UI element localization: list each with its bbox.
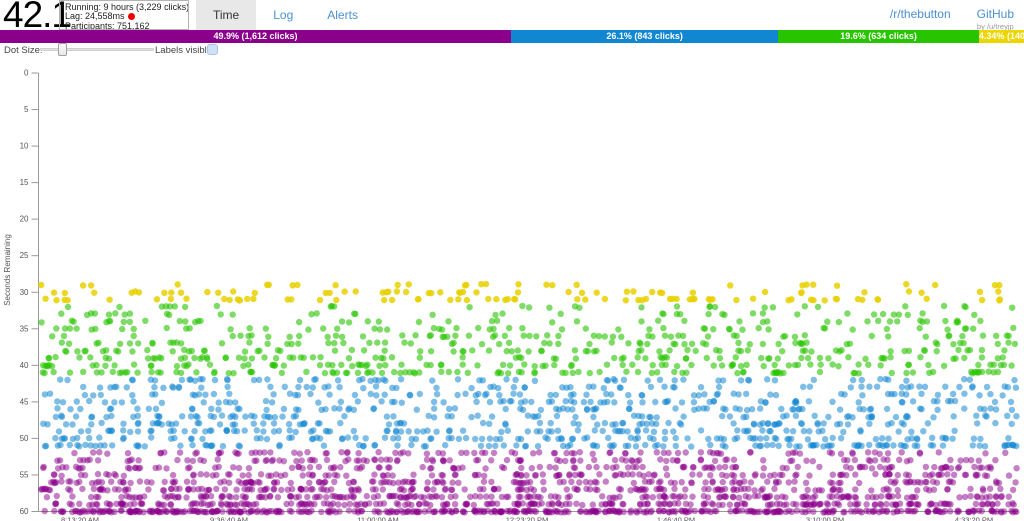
legend-segment-yellow: 4.34% (140 bbox=[979, 30, 1024, 43]
legend-segment-blue: 26.1% (843 clicks) bbox=[511, 30, 778, 43]
legend-segment-purple: 49.9% (1,612 clicks) bbox=[0, 30, 511, 43]
app-window: 0 5 10 15 20 25 30 35 40 45 50 55 60 8:13:20 AM 9:36:4… bbox=[0, 0, 1024, 521]
github-block: GitHub by /u/treyjp bbox=[977, 7, 1014, 31]
tab-bar: Time Log Alerts bbox=[196, 0, 375, 30]
y-tick-label: 40 bbox=[20, 361, 29, 370]
lag-status-icon bbox=[128, 13, 135, 20]
y-tick-label: 50 bbox=[20, 434, 29, 443]
tab-log[interactable]: Log bbox=[256, 0, 310, 30]
y-tick-label: 35 bbox=[20, 324, 29, 333]
y-tick-label: 30 bbox=[20, 288, 29, 297]
dots-blue bbox=[40, 376, 1020, 450]
dot-size-slider-handle[interactable] bbox=[58, 43, 67, 56]
y-tick-label: 60 bbox=[20, 507, 29, 516]
labels-visible-checkbox[interactable] bbox=[207, 44, 218, 55]
dots-purple bbox=[38, 449, 1020, 516]
subreddit-link[interactable]: /r/thebutton bbox=[890, 7, 951, 21]
dot-size-label: Dot Size: bbox=[4, 45, 43, 56]
x-tick-label: 12:23:20 PM bbox=[506, 516, 549, 521]
y-tick-label: 20 bbox=[20, 215, 29, 224]
scatter-plot: 0 5 10 15 20 25 30 35 40 45 50 55 60 8:13:20 AM 9:36:4… bbox=[0, 0, 1024, 521]
github-link[interactable]: GitHub bbox=[977, 7, 1014, 21]
x-tick-label: 9:36:40 AM bbox=[210, 516, 248, 521]
y-tick-label: 55 bbox=[20, 470, 29, 479]
x-tick-label: 3:10:00 PM bbox=[806, 516, 844, 521]
y-tick-label: 0 bbox=[24, 69, 29, 78]
y-tick-label: 5 bbox=[24, 105, 29, 114]
tab-alerts[interactable]: Alerts bbox=[310, 0, 375, 30]
y-axis-title: Seconds Remaining bbox=[3, 234, 12, 306]
stats-panel: Running: 9 hours (3,229 clicks) Lag: 24,… bbox=[59, 0, 189, 30]
dots-green bbox=[38, 303, 1018, 377]
x-tick-label: 4:33:20 PM bbox=[955, 516, 993, 521]
stat-participants: Participants: 751,162 bbox=[65, 22, 188, 30]
dot-size-slider[interactable] bbox=[40, 48, 154, 51]
legend-bar: 49.9% (1,612 clicks) 26.1% (843 clicks) … bbox=[0, 30, 1024, 43]
x-tick-label: 1:46:40 PM bbox=[657, 516, 695, 521]
x-tick-label: 11:00:00 AM bbox=[357, 516, 399, 521]
header-links: /r/thebutton GitHub by /u/treyjp bbox=[890, 7, 1014, 31]
y-tick-label: 10 bbox=[20, 142, 29, 151]
y-tick-label: 15 bbox=[20, 178, 29, 187]
dots-yellow bbox=[38, 281, 1003, 304]
legend-segment-green: 19.6% (634 clicks) bbox=[778, 30, 979, 43]
tab-time[interactable]: Time bbox=[196, 0, 256, 30]
y-tick-label: 45 bbox=[20, 397, 29, 406]
x-tick-label: 8:13:20 AM bbox=[61, 516, 99, 521]
y-tick-label: 25 bbox=[20, 251, 29, 260]
